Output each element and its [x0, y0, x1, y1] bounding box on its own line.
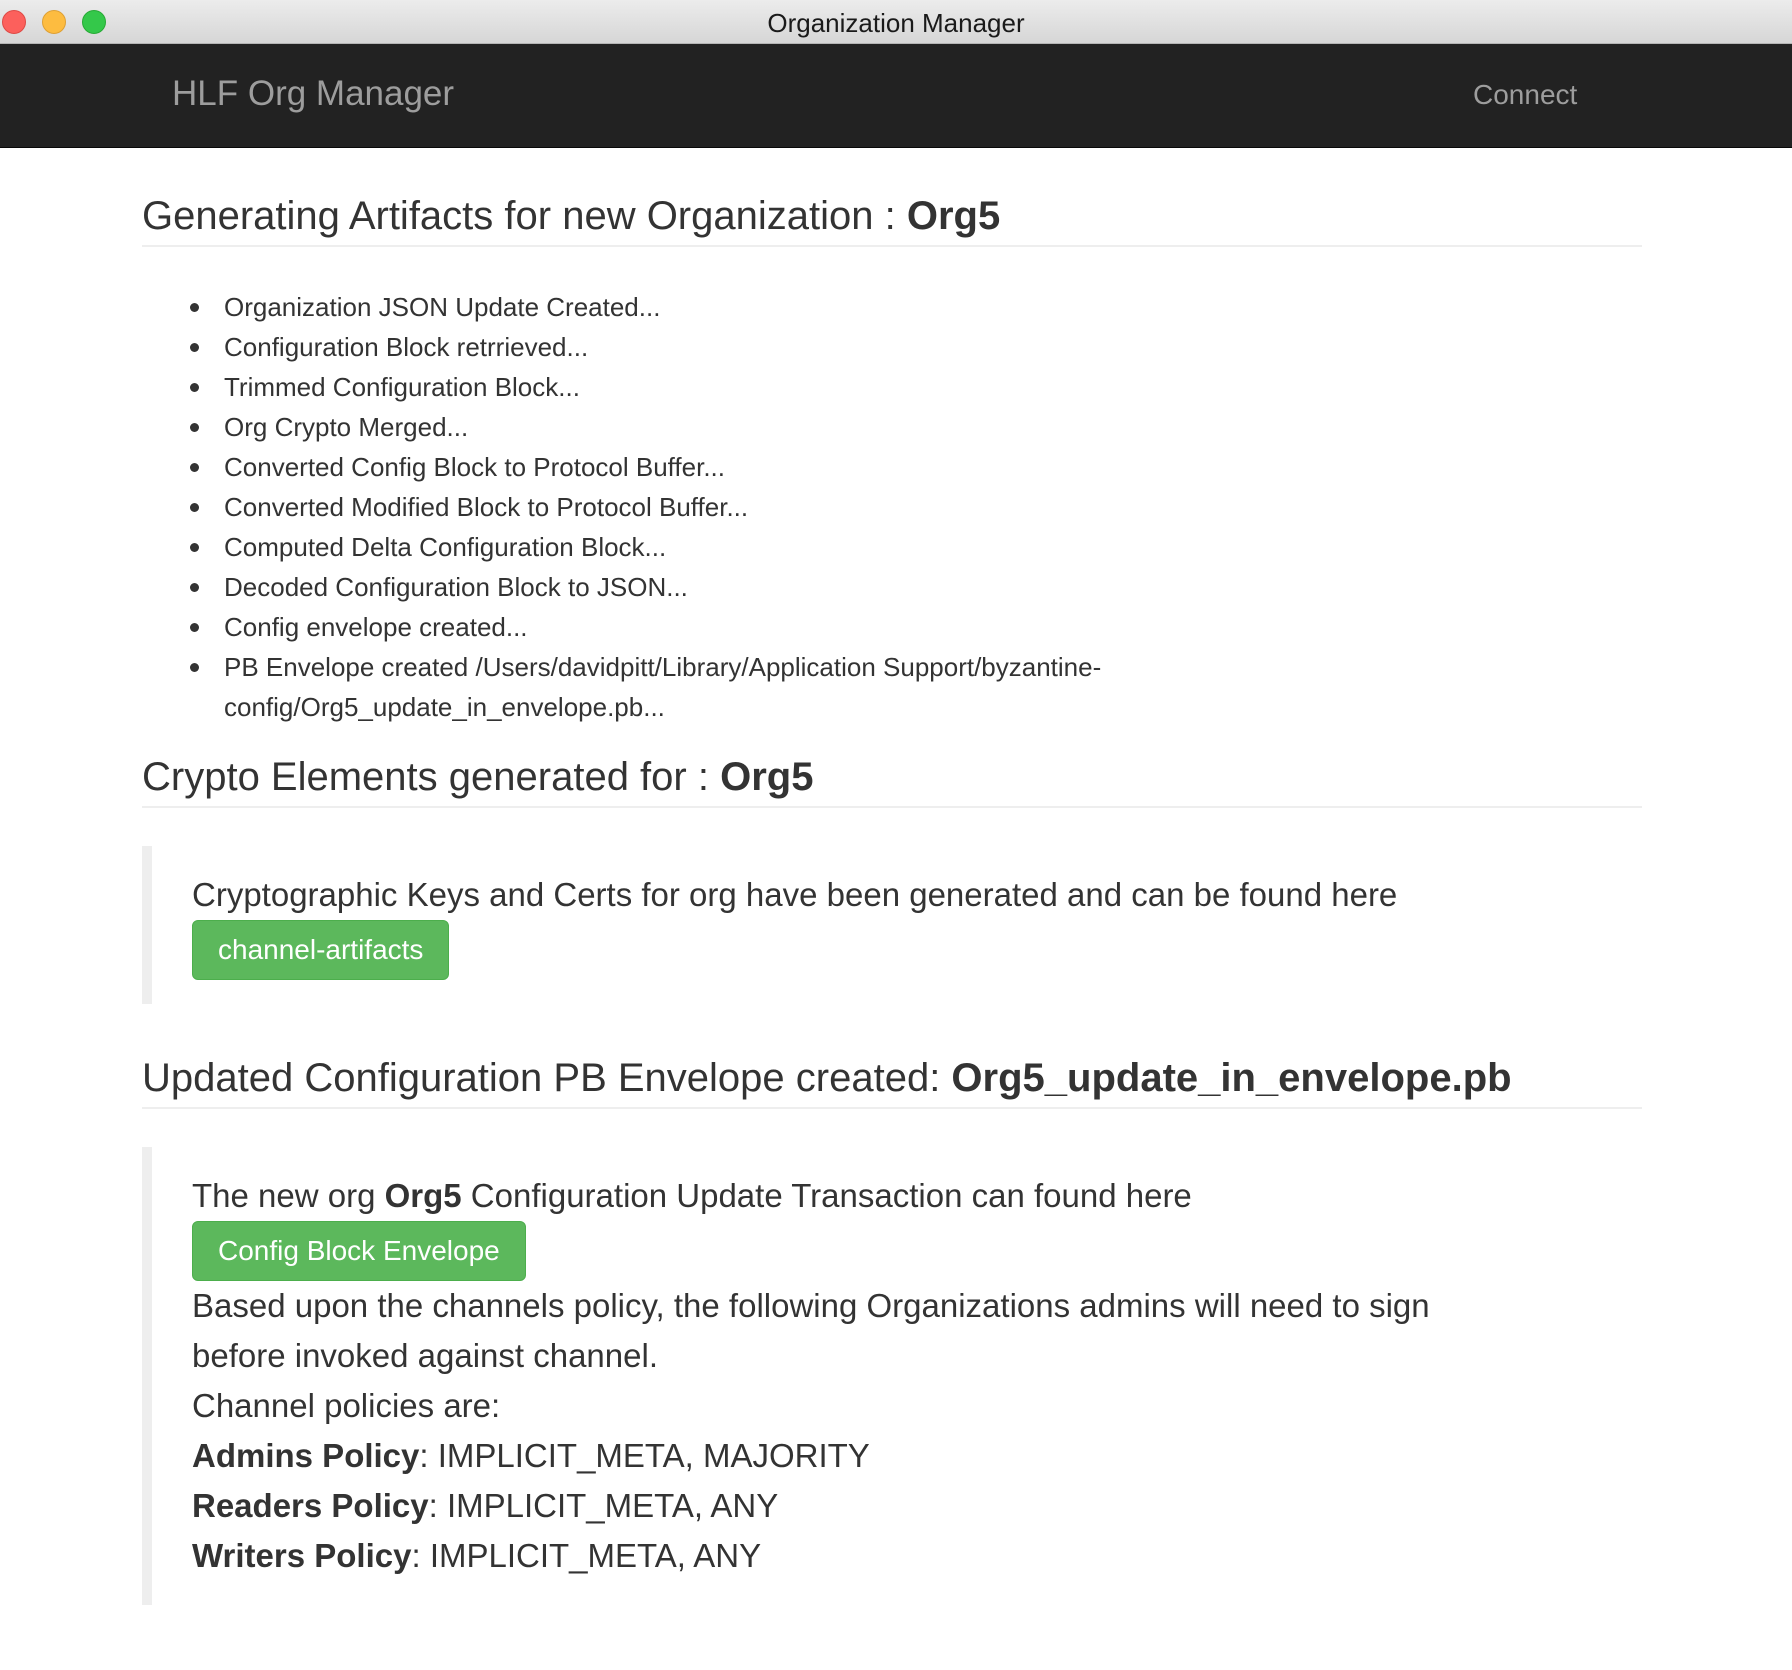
crypto-message: Cryptographic Keys and Certs for org hav…: [192, 876, 1398, 913]
window-title: Organization Manager: [767, 8, 1025, 38]
config-message: The new org Org5 Configuration Update Tr…: [192, 1171, 1602, 1221]
crypto-panel: Cryptographic Keys and Certs for org hav…: [142, 846, 1642, 1004]
list-item: Configuration Block retrrieved...: [190, 327, 1642, 367]
config-message-org: Org5: [384, 1177, 462, 1214]
config-heading-text: Updated Configuration PB Envelope create…: [142, 1056, 952, 1100]
connect-link[interactable]: Connect: [1473, 79, 1577, 111]
list-item: Config envelope created...: [190, 607, 1642, 647]
config-file-name: Org5_update_in_envelope.pb: [951, 1056, 1512, 1100]
policy-name: Writers Policy: [192, 1537, 412, 1574]
crypto-heading-text: Crypto Elements generated for :: [142, 755, 721, 799]
list-item: Organization JSON Update Created...: [190, 287, 1642, 327]
config-panel: The new org Org5 Configuration Update Tr…: [142, 1147, 1642, 1605]
navbar: HLF Org Manager Connect: [0, 44, 1792, 148]
list-item: Trimmed Configuration Block...: [190, 367, 1642, 407]
artifact-steps-list: Organization JSON Update Created... Conf…: [142, 287, 1642, 727]
policy-value: : IMPLICIT_META, ANY: [411, 1537, 762, 1574]
crypto-heading: Crypto Elements generated for : Org5: [142, 755, 1642, 808]
config-heading: Updated Configuration PB Envelope create…: [142, 1056, 1642, 1109]
config-message-prefix: The new org: [192, 1177, 385, 1214]
artifacts-heading: Generating Artifacts for new Organizatio…: [142, 194, 1642, 247]
list-item: Computed Delta Configuration Block...: [190, 527, 1642, 567]
navbar-brand[interactable]: HLF Org Manager: [172, 74, 454, 114]
channel-artifacts-button[interactable]: channel-artifacts: [192, 920, 450, 980]
config-message-suffix: Configuration Update Transaction can fou…: [461, 1177, 1192, 1214]
sign-text: Based upon the channels policy, the foll…: [192, 1287, 1430, 1324]
policy-value: : IMPLICIT_META, ANY: [428, 1487, 779, 1524]
policy-name: Readers Policy: [192, 1487, 429, 1524]
writers-policy: Writers Policy: IMPLICIT_META, ANY: [192, 1531, 1602, 1581]
list-item: Decoded Configuration Block to JSON...: [190, 567, 1642, 607]
policy-name: Admins Policy: [192, 1437, 420, 1474]
main-content: Generating Artifacts for new Organizatio…: [142, 148, 1642, 1605]
list-item: Converted Modified Block to Protocol Buf…: [190, 487, 1642, 527]
artifacts-heading-text: Generating Artifacts for new Organizatio…: [142, 194, 907, 238]
policy-value: : IMPLICIT_META, MAJORITY: [419, 1437, 870, 1474]
readers-policy: Readers Policy: IMPLICIT_META, ANY: [192, 1481, 1602, 1531]
list-item: Org Crypto Merged...: [190, 407, 1642, 447]
list-item: Converted Config Block to Protocol Buffe…: [190, 447, 1642, 487]
window-titlebar: Organization Manager: [0, 0, 1792, 44]
sign-text: before invoked against channel.: [192, 1337, 658, 1374]
crypto-org-name: Org5: [720, 755, 814, 799]
list-item: PB Envelope created /Users/davidpitt/Lib…: [190, 647, 1240, 727]
admins-policy: Admins Policy: IMPLICIT_META, MAJORITY: [192, 1431, 1602, 1481]
artifacts-org-name: Org5: [906, 194, 1001, 238]
policies-intro: Channel policies are:: [192, 1387, 501, 1424]
config-block-envelope-button[interactable]: Config Block Envelope: [192, 1221, 526, 1281]
